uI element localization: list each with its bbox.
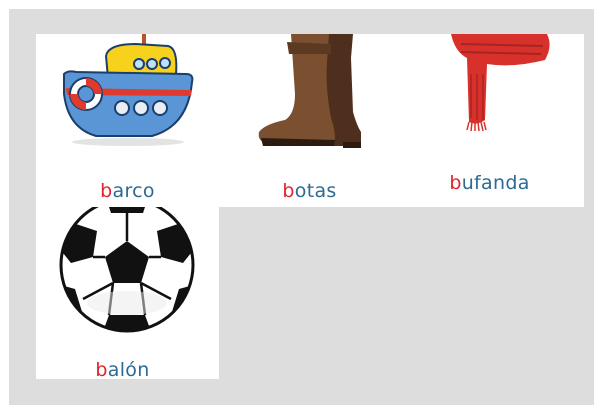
word-rest: arco — [112, 180, 155, 202]
word-rest: ufanda — [461, 172, 530, 194]
scarf-icon — [451, 34, 550, 132]
initial-letter: b — [449, 172, 462, 194]
word-rest: alón — [107, 359, 150, 379]
word-label-balon: balón — [36, 359, 214, 379]
initial-letter: b — [100, 180, 113, 202]
card-barco: barco — [36, 34, 219, 207]
card-balon: balón — [36, 207, 219, 379]
card-strip: botas bufanda — [219, 34, 584, 207]
word-label-barco: barco — [36, 180, 219, 202]
boots-icon — [258, 34, 361, 148]
initial-letter: b — [282, 180, 295, 202]
soccer-ball-icon — [59, 207, 195, 333]
boat-icon — [63, 34, 194, 146]
word-label-bufanda: bufanda — [307, 172, 584, 194]
initial-letter: b — [95, 359, 108, 379]
